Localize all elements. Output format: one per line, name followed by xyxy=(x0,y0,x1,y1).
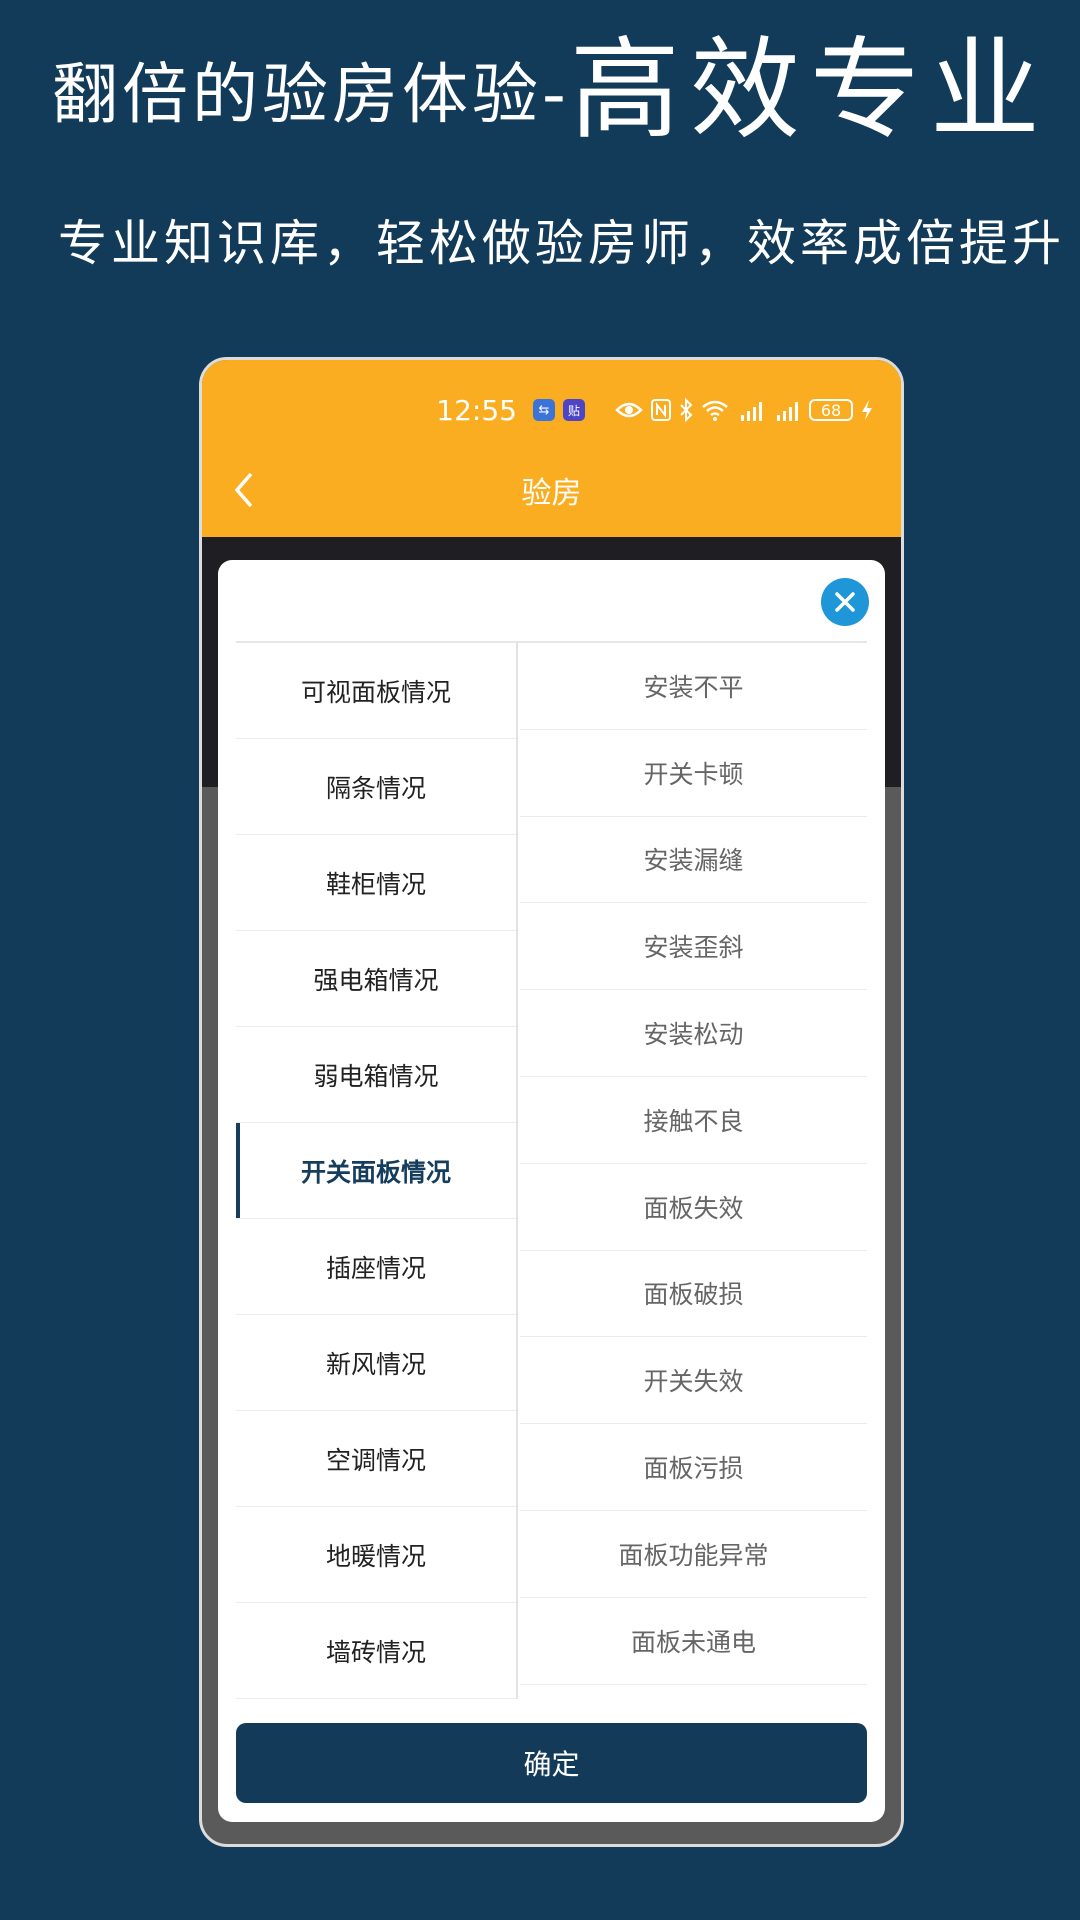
category-item[interactable]: 空调情况 xyxy=(236,1411,516,1507)
category-item[interactable]: 新风情况 xyxy=(236,1315,516,1411)
category-item[interactable]: 强电箱情况 xyxy=(236,931,516,1027)
confirm-button[interactable]: 确定 xyxy=(236,1723,867,1803)
promo-title-highlight: 高效专业 xyxy=(569,26,1050,154)
issue-item[interactable]: 安装歪斜 xyxy=(520,903,867,991)
category-picker-modal: 可视面板情况 隔条情况 鞋柜情况 强电箱情况 弱电箱情况 开关面板情况 插座情况 新风情况 空调… xyxy=(218,560,885,1822)
promo-title: 翻倍的验房体验- 高效专业 xyxy=(52,30,1050,150)
nfc-icon xyxy=(651,399,671,421)
category-list: 可视面板情况 隔条情况 鞋柜情况 强电箱情况 弱电箱情况 开关面板情况 插座情况 新风情况 空调… xyxy=(236,643,518,1699)
category-item[interactable]: 隔条情况 xyxy=(236,739,516,835)
charging-icon xyxy=(861,399,873,421)
eye-icon xyxy=(615,400,643,420)
issue-item[interactable]: 安装漏缝 xyxy=(520,817,867,904)
category-item[interactable]: 鞋柜情况 xyxy=(236,835,516,931)
close-icon xyxy=(835,592,855,612)
page-title: 验房 xyxy=(521,476,582,511)
issue-item[interactable]: 面板破损 xyxy=(520,1251,867,1338)
issue-item[interactable]: 面板功能异常 xyxy=(520,1511,867,1598)
issue-item[interactable]: 安装不平 xyxy=(520,643,867,730)
app-notification-icon: 贴 xyxy=(563,399,585,421)
close-button[interactable] xyxy=(821,578,869,626)
status-bar: 12:55 ⇆ 贴 68 xyxy=(436,390,873,430)
nav-bar: 验房 xyxy=(202,450,901,530)
category-item[interactable]: 墙砖情况 xyxy=(236,1603,516,1699)
phone-frame: 12:55 ⇆ 贴 68 验房 可视面板情况 隔条情况 鞋柜情况 强电箱情况 弱… xyxy=(199,357,904,1847)
category-item[interactable]: 弱电箱情况 xyxy=(236,1027,516,1123)
issue-item[interactable]: 安装松动 xyxy=(520,990,867,1077)
issue-item[interactable]: 面板未通电 xyxy=(520,1598,867,1685)
issue-item[interactable]: 面板污损 xyxy=(520,1424,867,1511)
bluetooth-icon xyxy=(679,398,693,422)
category-item[interactable]: 地暖情况 xyxy=(236,1507,516,1603)
signal-5g-icon xyxy=(737,399,765,421)
issue-item[interactable]: 开关卡顿 xyxy=(520,730,867,817)
issue-list: 安装不平 开关卡顿 安装漏缝 安装歪斜 安装松动 接触不良 面板失效 面板破损 开关失效 面板污损… xyxy=(520,643,867,1699)
app-header: 12:55 ⇆ 贴 68 验房 xyxy=(202,360,901,537)
promo-subtitle: 专业知识库，轻松做验房师，效率成倍提升 xyxy=(58,215,1066,272)
category-item[interactable]: 开关面板情况 xyxy=(236,1123,516,1219)
issue-item[interactable]: 接触不良 xyxy=(520,1077,867,1164)
battery-icon: 68 xyxy=(809,399,853,421)
wifi-icon xyxy=(701,399,729,421)
promo-title-prefix: 翻倍的验房体验- xyxy=(52,56,570,133)
category-item[interactable]: 可视面板情况 xyxy=(236,643,516,739)
signal-4g-icon xyxy=(773,399,801,421)
category-item[interactable]: 插座情况 xyxy=(236,1219,516,1315)
issue-item[interactable]: 开关失效 xyxy=(520,1337,867,1425)
issue-item[interactable]: 面板失效 xyxy=(520,1164,867,1251)
status-time: 12:55 xyxy=(436,393,517,427)
usb-icon: ⇆ xyxy=(533,399,555,421)
